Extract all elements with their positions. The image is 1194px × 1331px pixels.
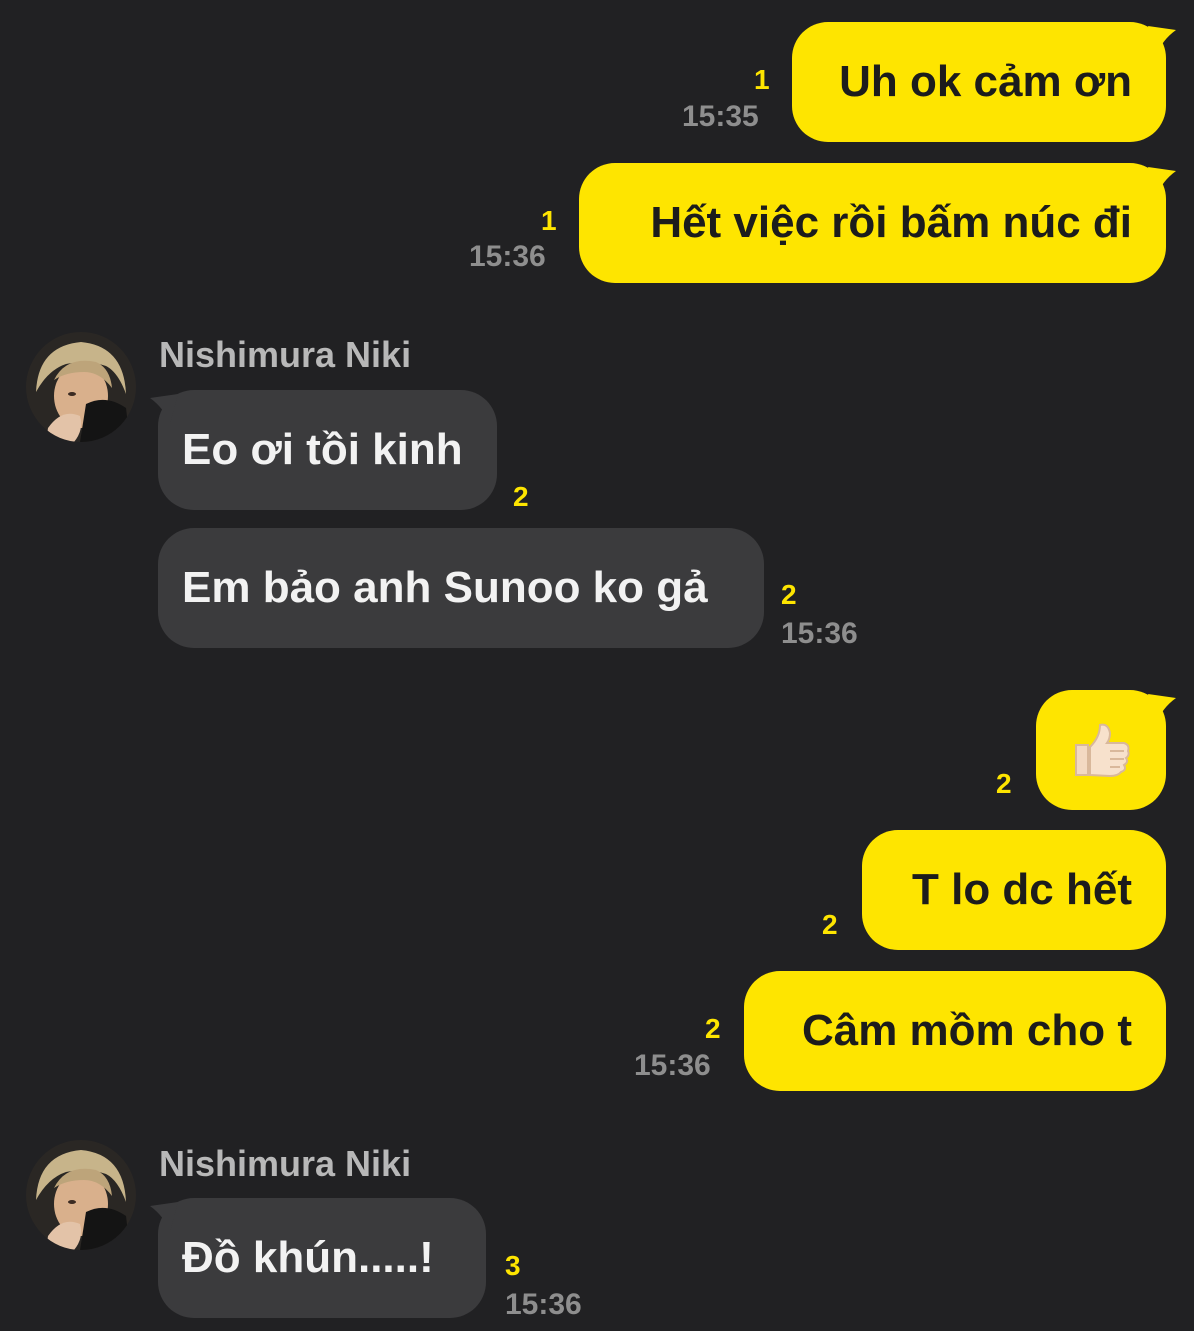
unread-count: 2 bbox=[705, 1013, 721, 1044]
message-text: Đồ khún.....! bbox=[182, 1233, 434, 1282]
thumbs-up-emoji-icon bbox=[1075, 723, 1130, 778]
bubble-tail bbox=[150, 394, 178, 424]
unread-count: 1 bbox=[541, 205, 557, 236]
avatar[interactable] bbox=[26, 332, 136, 442]
unread-count: 1 bbox=[754, 64, 770, 95]
message-timestamp: 15:36 bbox=[469, 240, 546, 273]
bubble-tail bbox=[1148, 26, 1176, 56]
my-message-bubble[interactable]: Uh ok cảm ơn bbox=[792, 22, 1166, 142]
my-message-bubble[interactable]: Câm mồm cho t bbox=[744, 971, 1166, 1091]
message-text: Eo ơi tồi kinh bbox=[182, 425, 463, 474]
unread-count: 2 bbox=[822, 909, 838, 940]
my-emoji-bubble[interactable] bbox=[1036, 690, 1166, 810]
profile-photo-icon bbox=[26, 1140, 136, 1250]
avatar[interactable] bbox=[26, 1140, 136, 1250]
message-timestamp: 15:35 bbox=[682, 100, 759, 133]
message-timestamp: 15:36 bbox=[781, 617, 858, 650]
unread-count: 2 bbox=[781, 579, 797, 610]
sender-name: Nishimura Niki bbox=[159, 334, 412, 375]
unread-count: 2 bbox=[996, 768, 1012, 799]
profile-photo-icon bbox=[26, 332, 136, 442]
their-message-bubble[interactable]: Đồ khún.....! bbox=[158, 1198, 486, 1318]
bubble-tail bbox=[1148, 167, 1176, 197]
message-text: Em bảo anh Sunoo ko gả bbox=[182, 563, 708, 612]
my-message-bubble[interactable]: Hết việc rồi bấm núc đi bbox=[579, 163, 1166, 283]
my-message-bubble[interactable]: T lo dc hết bbox=[862, 830, 1166, 950]
unread-count: 3 bbox=[505, 1250, 521, 1281]
message-timestamp: 15:36 bbox=[505, 1288, 582, 1321]
message-text: Hết việc rồi bấm núc đi bbox=[650, 198, 1132, 247]
message-text: Câm mồm cho t bbox=[801, 1006, 1132, 1055]
sender-name: Nishimura Niki bbox=[159, 1143, 412, 1184]
their-message-bubble[interactable]: Eo ơi tồi kinh bbox=[158, 390, 497, 510]
message-timestamp: 15:36 bbox=[634, 1049, 711, 1082]
bubble-tail bbox=[1148, 694, 1176, 724]
message-text: T lo dc hết bbox=[912, 865, 1132, 914]
unread-count: 2 bbox=[513, 481, 529, 512]
message-text: Uh ok cảm ơn bbox=[839, 57, 1132, 106]
their-message-bubble[interactable]: Em bảo anh Sunoo ko gả bbox=[158, 528, 764, 648]
bubble-tail bbox=[150, 1202, 178, 1232]
